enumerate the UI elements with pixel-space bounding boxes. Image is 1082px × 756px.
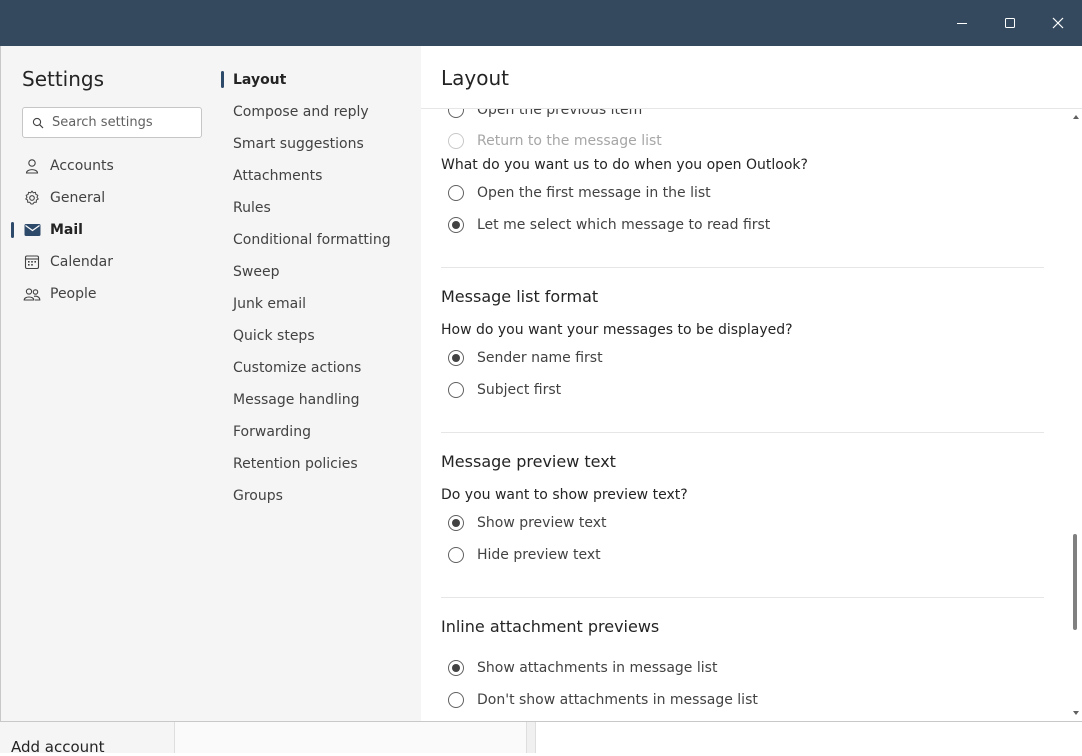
maximize-button[interactable] xyxy=(987,0,1033,46)
title-bar xyxy=(0,0,1082,46)
radio-open-previous-item[interactable]: Open the previous item xyxy=(448,109,642,122)
background-app-strip: Add account xyxy=(0,721,1082,756)
radio-button[interactable] xyxy=(448,217,464,233)
settings-title: Settings xyxy=(22,67,105,91)
nav-quick-steps[interactable]: Quick steps xyxy=(233,320,315,352)
nav-retention-policies[interactable]: Retention policies xyxy=(233,448,358,480)
search-input[interactable] xyxy=(52,115,192,130)
category-label: Accounts xyxy=(50,158,114,174)
radio-label: Subject first xyxy=(477,382,562,398)
page-title: Layout xyxy=(441,66,509,90)
category-accounts[interactable]: Accounts xyxy=(1,150,222,182)
section-divider xyxy=(441,597,1044,598)
category-label: General xyxy=(50,190,106,206)
close-icon xyxy=(1052,17,1064,29)
nav-groups[interactable]: Groups xyxy=(233,480,283,512)
category-label: People xyxy=(50,286,97,302)
radio-button xyxy=(448,133,464,149)
settings-scroll-area[interactable]: Open the previous item Return to the mes… xyxy=(421,109,1082,721)
radio-label: Don't show attachments in message list xyxy=(477,692,758,708)
scroll-down-arrow-icon[interactable] xyxy=(1073,711,1079,715)
search-box[interactable] xyxy=(22,107,202,138)
radio-label: Show preview text xyxy=(477,515,607,531)
radio-label: Hide preview text xyxy=(477,547,601,563)
nav-rules[interactable]: Rules xyxy=(233,192,271,224)
radio-sender-name-first[interactable]: Sender name first xyxy=(448,346,603,370)
nav-forwarding[interactable]: Forwarding xyxy=(233,416,311,448)
nav-junk-email[interactable]: Junk email xyxy=(233,288,306,320)
people-icon xyxy=(23,285,41,303)
category-label: Calendar xyxy=(50,254,113,270)
nav-compose-and-reply[interactable]: Compose and reply xyxy=(233,96,369,128)
category-calendar[interactable]: Calendar xyxy=(1,246,222,278)
calendar-icon xyxy=(23,253,41,271)
radio-button[interactable] xyxy=(448,185,464,201)
radio-show-preview-text[interactable]: Show preview text xyxy=(448,511,607,535)
mail-icon xyxy=(23,221,41,239)
category-general[interactable]: General xyxy=(1,182,222,214)
radio-label: Let me select which message to read firs… xyxy=(477,217,771,233)
radio-subject-first[interactable]: Subject first xyxy=(448,378,561,402)
background-message-list xyxy=(175,722,527,753)
nav-smart-suggestions[interactable]: Smart suggestions xyxy=(233,128,364,160)
inline-attachments-title: Inline attachment previews xyxy=(441,617,660,636)
scroll-up-arrow-icon[interactable] xyxy=(1073,115,1079,119)
category-people[interactable]: People xyxy=(1,278,222,310)
open-outlook-question: What do you want us to do when you open … xyxy=(441,157,808,173)
radio-button[interactable] xyxy=(448,515,464,531)
message-preview-question: Do you want to show preview text? xyxy=(441,487,688,503)
radio-dont-show-attachments[interactable]: Don't show attachments in message list xyxy=(448,688,758,712)
gear-icon xyxy=(23,189,41,207)
vertical-scrollbar[interactable] xyxy=(1069,109,1082,721)
radio-button[interactable] xyxy=(448,660,464,676)
radio-button[interactable] xyxy=(448,350,464,366)
radio-return-to-message-list: Return to the message list xyxy=(448,129,662,153)
nav-attachments[interactable]: Attachments xyxy=(233,160,322,192)
section-divider xyxy=(441,432,1044,433)
person-icon xyxy=(23,157,41,175)
close-button[interactable] xyxy=(1035,0,1081,46)
nav-customize-actions[interactable]: Customize actions xyxy=(233,352,361,384)
message-list-format-question: How do you want your messages to be disp… xyxy=(441,322,793,338)
category-label: Mail xyxy=(50,222,83,238)
radio-hide-preview-text[interactable]: Hide preview text xyxy=(448,543,601,567)
radio-label: Show attachments in message list xyxy=(477,660,718,676)
minimize-icon xyxy=(957,23,967,24)
layout-settings-panel: Layout Open the previous item Return to … xyxy=(421,46,1082,721)
radio-button[interactable] xyxy=(448,382,464,398)
message-preview-title: Message preview text xyxy=(441,452,616,471)
active-indicator xyxy=(221,71,224,88)
nav-message-handling[interactable]: Message handling xyxy=(233,384,360,416)
nav-layout[interactable]: Layout xyxy=(233,64,286,96)
search-icon xyxy=(32,117,44,128)
radio-let-me-select[interactable]: Let me select which message to read firs… xyxy=(448,213,770,237)
radio-label: Open the first message in the list xyxy=(477,185,711,201)
radio-label: Sender name first xyxy=(477,350,603,366)
radio-open-first-message[interactable]: Open the first message in the list xyxy=(448,181,711,205)
maximize-icon xyxy=(1005,18,1015,28)
message-list-format-title: Message list format xyxy=(441,287,599,306)
radio-button[interactable] xyxy=(448,109,464,118)
scroll-thumb[interactable] xyxy=(1073,534,1077,630)
category-mail[interactable]: Mail xyxy=(1,214,222,246)
active-indicator xyxy=(11,222,14,238)
section-divider xyxy=(441,267,1044,268)
radio-show-attachments[interactable]: Show attachments in message list xyxy=(448,656,717,680)
radio-button[interactable] xyxy=(448,692,464,708)
nav-conditional-formatting[interactable]: Conditional formatting xyxy=(233,224,391,256)
radio-label: Open the previous item xyxy=(477,109,643,118)
radio-label: Return to the message list xyxy=(477,133,662,149)
add-account-link[interactable]: Add account xyxy=(11,738,105,756)
minimize-button[interactable] xyxy=(939,0,985,46)
radio-button[interactable] xyxy=(448,547,464,563)
nav-sweep[interactable]: Sweep xyxy=(233,256,279,288)
settings-category-nav: Settings Accounts General Mail Calendar … xyxy=(0,46,221,721)
background-splitter xyxy=(527,722,536,753)
